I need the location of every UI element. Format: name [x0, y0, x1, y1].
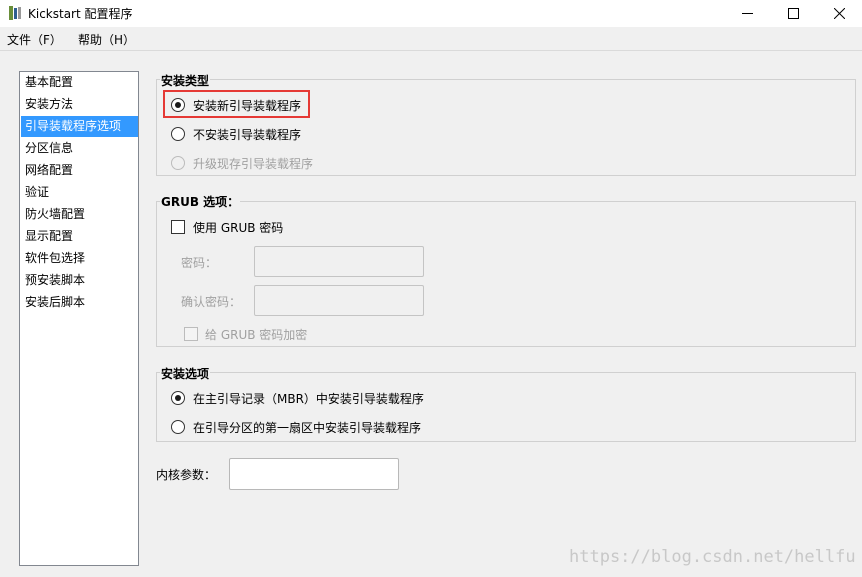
menu-help[interactable]: 帮助（H） [78, 31, 135, 48]
sidebar-item-pre-script[interactable]: 预安装脚本 [21, 270, 138, 291]
menu-separator [0, 50, 862, 51]
confirm-password-label: 确认密码： [181, 295, 242, 309]
kernel-params-label: 内核参数： [156, 468, 217, 482]
radio-no-install[interactable] [171, 127, 185, 141]
password-label: 密码： [181, 256, 218, 270]
sidebar-item-install-method[interactable]: 安装方法 [21, 94, 138, 115]
sidebar-item-post-script[interactable]: 安装后脚本 [21, 292, 138, 313]
use-grub-password-checkbox[interactable] [171, 220, 185, 234]
close-icon [833, 8, 845, 19]
menu-file[interactable]: 文件（F） [7, 31, 62, 48]
sidebar-item-bootloader[interactable]: 引导装载程序选项 [21, 116, 138, 137]
install-options-title: 安装选项 [160, 365, 211, 382]
encrypt-password-label: 给 GRUB 密码加密 [205, 328, 308, 342]
confirm-password-field[interactable] [254, 285, 424, 316]
sidebar-item-basic[interactable]: 基本配置 [21, 72, 138, 93]
radio-install-partition-label[interactable]: 在引导分区的第一扇区中安装引导装载程序 [193, 419, 421, 436]
radio-install-mbr-label[interactable]: 在主引导记录（MBR）中安装引导装载程序 [193, 390, 424, 407]
maximize-icon [787, 8, 799, 19]
minimize-button[interactable] [724, 0, 770, 27]
radio-install-mbr[interactable] [171, 391, 185, 405]
encrypt-password-checkbox [184, 327, 198, 341]
section-list[interactable]: 基本配置 安装方法 引导装载程序选项 分区信息 网络配置 验证 防火墙配置 显示… [19, 71, 139, 566]
menu-bar: 文件（F） 帮助（H） [0, 28, 862, 50]
window-title: Kickstart 配置程序 [28, 7, 133, 21]
maximize-button[interactable] [770, 0, 816, 27]
password-field[interactable] [254, 246, 424, 277]
sidebar-item-packages[interactable]: 软件包选择 [21, 248, 138, 269]
minimize-icon [741, 13, 753, 14]
use-grub-password-label[interactable]: 使用 GRUB 密码 [193, 219, 283, 236]
sidebar-item-partition[interactable]: 分区信息 [21, 138, 138, 159]
radio-no-install-label[interactable]: 不安装引导装载程序 [193, 126, 301, 143]
install-type-title: 安装类型 [160, 72, 211, 89]
sidebar-item-auth[interactable]: 验证 [21, 182, 138, 203]
highlight-box [163, 90, 310, 118]
grub-options-title: GRUB 选项： [160, 193, 241, 210]
sidebar-item-display[interactable]: 显示配置 [21, 226, 138, 247]
watermark: https://blog.csdn.net/hellfu [569, 547, 856, 567]
title-bar: Kickstart 配置程序 [0, 0, 862, 27]
app-icon [8, 5, 22, 21]
close-button[interactable] [816, 0, 862, 27]
radio-install-partition[interactable] [171, 420, 185, 434]
radio-upgrade [171, 156, 185, 170]
radio-upgrade-label: 升级现存引导装载程序 [193, 157, 314, 171]
sidebar-item-firewall[interactable]: 防火墙配置 [21, 204, 138, 225]
sidebar-item-network[interactable]: 网络配置 [21, 160, 138, 181]
kernel-params-input[interactable] [229, 458, 399, 490]
